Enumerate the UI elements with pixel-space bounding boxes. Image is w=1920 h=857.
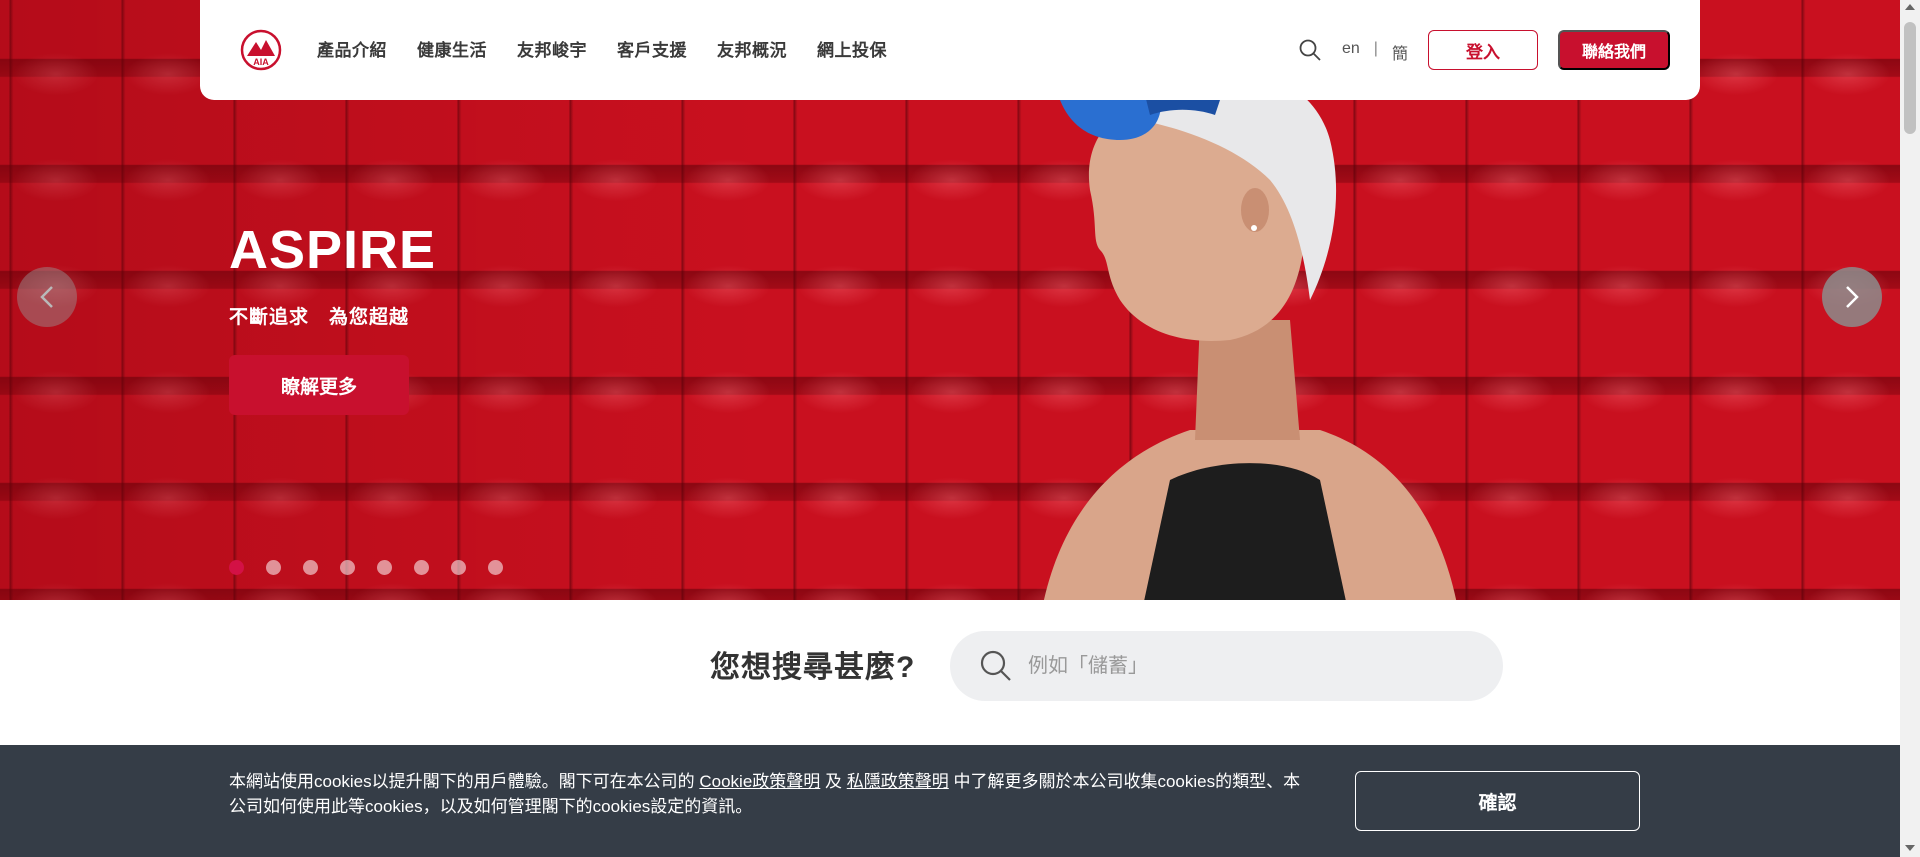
carousel-prev-button[interactable] bbox=[17, 267, 77, 327]
cookie-message: 本網站使用cookies以提升閣下的用戶體驗。閣下可在本公司的 Cookie政策… bbox=[229, 769, 1309, 819]
language-switcher: en | 簡 bbox=[1342, 40, 1408, 64]
cookie-consent-bar: 本網站使用cookies以提升閣下的用戶體驗。閣下可在本公司的 Cookie政策… bbox=[0, 745, 1900, 857]
svg-text:AIA: AIA bbox=[253, 57, 269, 67]
carousel-next-button[interactable] bbox=[1822, 267, 1882, 327]
carousel-dot[interactable] bbox=[229, 560, 244, 575]
nav-item-aia-premier[interactable]: 友邦峻宇 bbox=[517, 36, 587, 61]
scroll-down-arrow-icon[interactable] bbox=[1905, 845, 1915, 851]
lang-simplified-chinese-link[interactable]: 簡 bbox=[1392, 40, 1408, 64]
chevron-left-icon bbox=[40, 286, 53, 308]
nav-item-about-aia[interactable]: 友邦概況 bbox=[717, 36, 787, 61]
learn-more-button[interactable]: 瞭解更多 bbox=[229, 355, 409, 415]
hero-content: ASPIRE 不斷追求 為您超越 瞭解更多 bbox=[229, 218, 436, 415]
carousel-dot[interactable] bbox=[488, 560, 503, 575]
carousel-pagination bbox=[229, 560, 503, 575]
page-scrollbar[interactable] bbox=[1900, 0, 1920, 857]
cookie-policy-link[interactable]: Cookie政策聲明 bbox=[699, 772, 820, 791]
carousel-dot[interactable] bbox=[414, 560, 429, 575]
cookie-confirm-button[interactable]: 確認 bbox=[1355, 771, 1640, 831]
cookie-text-middle: 及 bbox=[820, 772, 847, 791]
cookie-text-start: 本網站使用cookies以提升閣下的用戶體驗。閣下可在本公司的 bbox=[229, 772, 700, 791]
carousel-dot[interactable] bbox=[340, 560, 355, 575]
search-bar[interactable] bbox=[950, 631, 1503, 701]
privacy-policy-link[interactable]: 私隱政策聲明 bbox=[847, 772, 949, 791]
aia-logo[interactable]: AIA bbox=[240, 28, 282, 72]
nav-item-healthy-living[interactable]: 健康生活 bbox=[417, 36, 487, 61]
carousel-dot[interactable] bbox=[451, 560, 466, 575]
carousel-dot[interactable] bbox=[303, 560, 318, 575]
site-header: AIA 產品介紹 健康生活 友邦峻宇 客戶支援 友邦概況 網上投保 en | 簡… bbox=[200, 0, 1700, 100]
hero-subtitle: 不斷追求 為您超越 bbox=[229, 307, 410, 328]
carousel-dot[interactable] bbox=[377, 560, 392, 575]
nav-item-products[interactable]: 產品介紹 bbox=[317, 36, 387, 61]
nav-item-online-insurance[interactable]: 網上投保 bbox=[817, 36, 887, 61]
hero-image-swimmer bbox=[1043, 65, 1457, 600]
search-section: 您想搜尋甚麼? bbox=[0, 600, 1900, 745]
lang-separator: | bbox=[1373, 40, 1378, 57]
scrollbar-thumb[interactable] bbox=[1904, 22, 1916, 134]
search-heading: 您想搜尋甚麼? bbox=[710, 651, 916, 684]
search-icon[interactable] bbox=[978, 648, 1014, 684]
carousel-dot[interactable] bbox=[266, 560, 281, 575]
scroll-up-arrow-icon[interactable] bbox=[1905, 4, 1915, 10]
main-nav: 產品介紹 健康生活 友邦峻宇 客戶支援 友邦概況 網上投保 bbox=[317, 36, 917, 61]
chevron-right-icon bbox=[1846, 286, 1859, 308]
search-icon[interactable] bbox=[1298, 38, 1322, 62]
nav-item-customer-support[interactable]: 客戶支援 bbox=[617, 36, 687, 61]
contact-us-button[interactable]: 聯絡我們 bbox=[1558, 30, 1670, 70]
login-button[interactable]: 登入 bbox=[1428, 30, 1538, 70]
hero-title: ASPIRE bbox=[229, 220, 437, 280]
lang-en-link[interactable]: en bbox=[1342, 40, 1360, 64]
search-input[interactable] bbox=[1028, 654, 1448, 678]
